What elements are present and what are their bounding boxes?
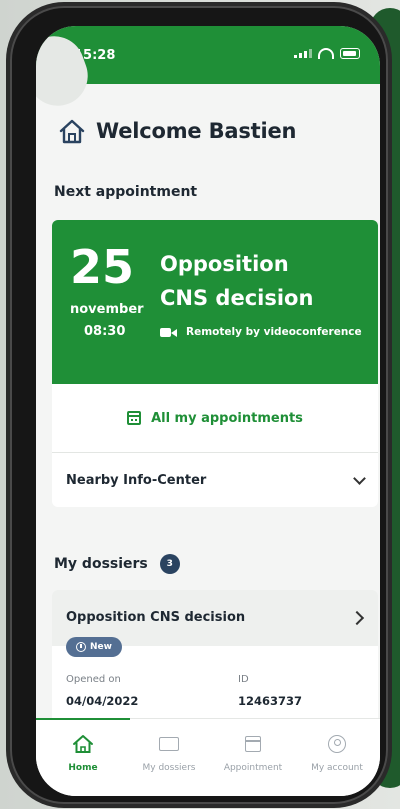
- phone-frame: 15:28 Welcome Bastien Next appointment 2…: [10, 6, 388, 804]
- appointment-time: 08:30: [84, 324, 126, 339]
- active-tab-indicator: [36, 718, 130, 720]
- tab-my-account-label: My account: [311, 763, 363, 773]
- opened-on-value: 04/04/2022: [66, 694, 139, 708]
- tab-home-label: Home: [68, 763, 98, 773]
- calendar-icon: [127, 411, 142, 425]
- appointment-title-line1: Opposition: [160, 252, 289, 276]
- tab-appointment-label: Appointment: [223, 763, 283, 773]
- all-appointments-link[interactable]: All my appointments: [52, 384, 378, 453]
- tab-home[interactable]: Home: [40, 733, 126, 773]
- my-dossiers-header: My dossiers 3: [54, 554, 180, 574]
- nearby-info-center-dropdown[interactable]: Nearby Info-Center: [52, 453, 378, 507]
- signal-icon: [294, 49, 312, 58]
- welcome-header: Welcome Bastien: [58, 118, 296, 144]
- calendar-icon: [245, 736, 261, 752]
- home-icon: [73, 735, 93, 753]
- dossier-name: Opposition CNS decision: [66, 610, 246, 625]
- dossier-card-header: Opposition CNS decision New: [52, 590, 378, 657]
- dossier-id-label: ID: [238, 674, 249, 685]
- folder-icon: [159, 737, 179, 751]
- appointment-card[interactable]: 25 november 08:30 Opposition CNS decisio…: [52, 220, 378, 384]
- status-badge-label: New: [90, 642, 112, 652]
- tab-my-dossiers[interactable]: My dossiers: [126, 733, 212, 773]
- app-screen: 15:28 Welcome Bastien Next appointment 2…: [36, 26, 380, 796]
- bottom-tab-bar: Home My dossiers Appointment My account: [36, 718, 380, 796]
- my-dossiers-title: My dossiers: [54, 556, 148, 572]
- appointment-title-line2: CNS decision: [160, 286, 314, 310]
- opened-on-label: Opened on: [66, 674, 121, 685]
- dossiers-count-badge: 3: [159, 554, 180, 574]
- appointment-mode-label: Remotely by videoconference: [186, 326, 362, 338]
- home-icon: [59, 119, 85, 144]
- page-title: Welcome Bastien: [96, 119, 297, 143]
- tab-my-dossiers-label: My dossiers: [142, 763, 196, 773]
- tab-my-account[interactable]: My account: [294, 733, 380, 773]
- nearby-info-center-label: Nearby Info-Center: [66, 472, 207, 488]
- appointment-day: 25: [70, 240, 135, 294]
- next-appointment-title: Next appointment: [54, 184, 198, 200]
- chevron-right-icon[interactable]: [349, 610, 365, 626]
- dossier-card[interactable]: Opposition CNS decision New Opened on 04…: [52, 590, 378, 730]
- status-badge: New: [66, 637, 122, 657]
- dossier-id-value: 12463737: [238, 694, 303, 708]
- appointment-mode: Remotely by videoconference: [160, 326, 362, 338]
- user-icon: [328, 735, 346, 753]
- chevron-down-icon: [353, 471, 366, 485]
- appointment-month: november: [70, 302, 144, 317]
- clock-icon: [76, 642, 86, 652]
- battery-icon: [340, 48, 360, 59]
- video-camera-icon: [160, 327, 178, 338]
- tab-appointment[interactable]: Appointment: [210, 733, 296, 773]
- wifi-icon: [318, 48, 334, 59]
- all-appointments-label: All my appointments: [151, 410, 303, 426]
- status-icons: [294, 48, 360, 59]
